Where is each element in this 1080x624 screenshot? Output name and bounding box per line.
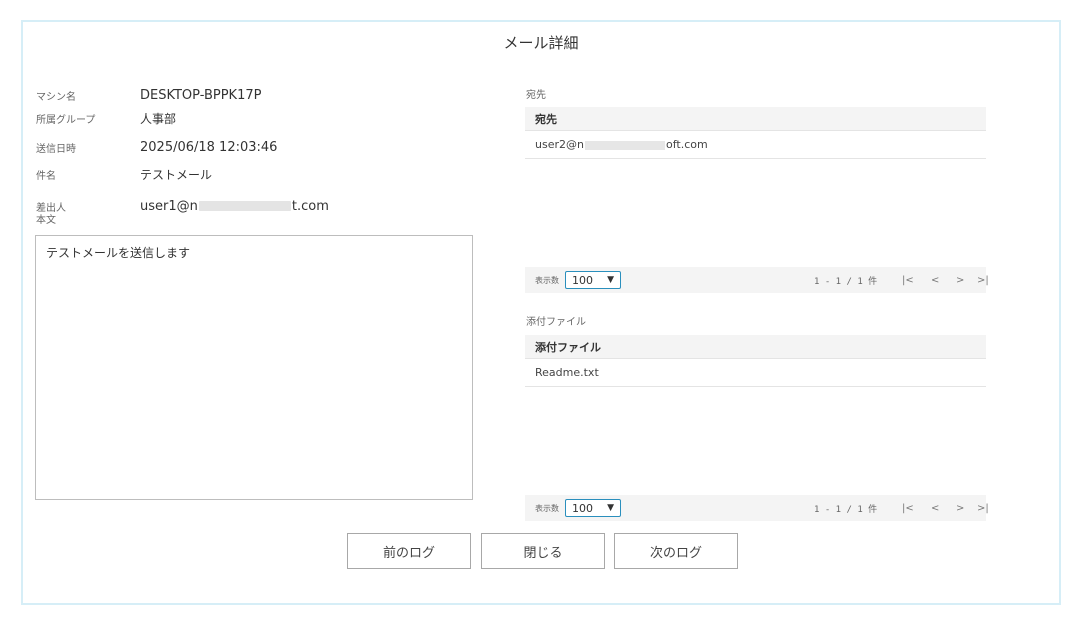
recipient-address: user2@n oft.com — [535, 138, 708, 151]
recipients-grid-footer: 表示数 100 ▼ 1 - 1 / 1 件 |< < > >| — [525, 267, 989, 293]
body-label: 本文 — [36, 215, 56, 226]
machine-value: DESKTOP-BPPK17P — [140, 87, 262, 103]
page-size-value: 100 — [572, 273, 593, 287]
prev-page-button[interactable]: < — [931, 275, 939, 286]
last-page-button[interactable]: >| — [977, 503, 989, 514]
attachments-column-header: 添付ファイル — [535, 340, 601, 354]
prev-page-button[interactable]: < — [931, 503, 939, 514]
table-row[interactable]: user2@n oft.com — [525, 131, 986, 159]
sent-row: 送信日時 2025/06/18 12:03:46 — [36, 137, 277, 157]
redaction-mask — [584, 140, 665, 150]
attachment-filename: Readme.txt — [535, 366, 599, 379]
recipient-address-prefix: user2@n — [535, 138, 584, 151]
group-row: 所属グループ 人事部 — [36, 108, 176, 128]
sender-value: user1@n t.com — [140, 199, 329, 214]
attachments-section-label: 添付ファイル — [526, 317, 586, 328]
page-info: 1 - 1 / 1 件 — [814, 504, 878, 515]
page-info: 1 - 1 / 1 件 — [814, 276, 878, 287]
sent-label: 送信日時 — [36, 143, 76, 155]
subject-row: 件名 テストメール — [36, 164, 212, 184]
prev-log-button[interactable]: 前のログ — [347, 533, 471, 569]
body-text: テストメールを送信します — [46, 246, 191, 260]
subject-value: テストメール — [140, 167, 213, 182]
page-size-select[interactable]: 100 ▼ — [565, 499, 621, 517]
sender-row: 差出人 user1@n t.com — [36, 196, 329, 216]
recipients-column-header: 宛先 — [535, 112, 557, 126]
recipients-grid: 宛先 user2@n oft.com 表示数 100 ▼ 1 - 1 / 1 件 … — [525, 107, 989, 293]
page-size-select[interactable]: 100 ▼ — [565, 271, 621, 289]
last-page-button[interactable]: >| — [977, 275, 989, 286]
page-size-label: 表示数 — [535, 275, 559, 285]
dialog-title: メール詳細 — [503, 34, 579, 52]
page-size-value: 100 — [572, 501, 593, 515]
recipients-section-label: 宛先 — [526, 90, 546, 101]
recipient-address-suffix: oft.com — [665, 138, 708, 151]
close-button[interactable]: 閉じる — [481, 533, 605, 569]
first-page-button[interactable]: |< — [902, 503, 914, 514]
recipients-grid-header: 宛先 — [525, 107, 986, 131]
machine-row: マシン名 DESKTOP-BPPK17P — [36, 85, 261, 105]
machine-label: マシン名 — [36, 91, 76, 103]
attachments-grid-footer: 表示数 100 ▼ 1 - 1 / 1 件 |< < > >| — [525, 495, 989, 521]
attachments-grid: 添付ファイル Readme.txt 表示数 100 ▼ 1 - 1 / 1 件 … — [525, 335, 989, 521]
sender-value-suffix: t.com — [291, 198, 329, 214]
group-label: 所属グループ — [36, 114, 96, 126]
chevron-down-icon: ▼ — [607, 275, 614, 285]
chevron-down-icon: ▼ — [607, 503, 614, 513]
first-page-button[interactable]: |< — [902, 275, 914, 286]
redaction-mask — [198, 201, 291, 211]
next-page-button[interactable]: > — [956, 503, 964, 514]
next-page-button[interactable]: > — [956, 275, 964, 286]
sender-value-prefix: user1@n — [140, 198, 198, 214]
table-row[interactable]: Readme.txt — [525, 359, 986, 387]
page-size-label: 表示数 — [535, 503, 559, 513]
sent-value: 2025/06/18 12:03:46 — [140, 139, 278, 155]
attachments-grid-header: 添付ファイル — [525, 335, 986, 359]
subject-label: 件名 — [36, 170, 56, 182]
body-text-area[interactable]: テストメールを送信します — [35, 235, 473, 500]
next-log-button[interactable]: 次のログ — [614, 533, 738, 569]
group-value: 人事部 — [140, 111, 177, 126]
